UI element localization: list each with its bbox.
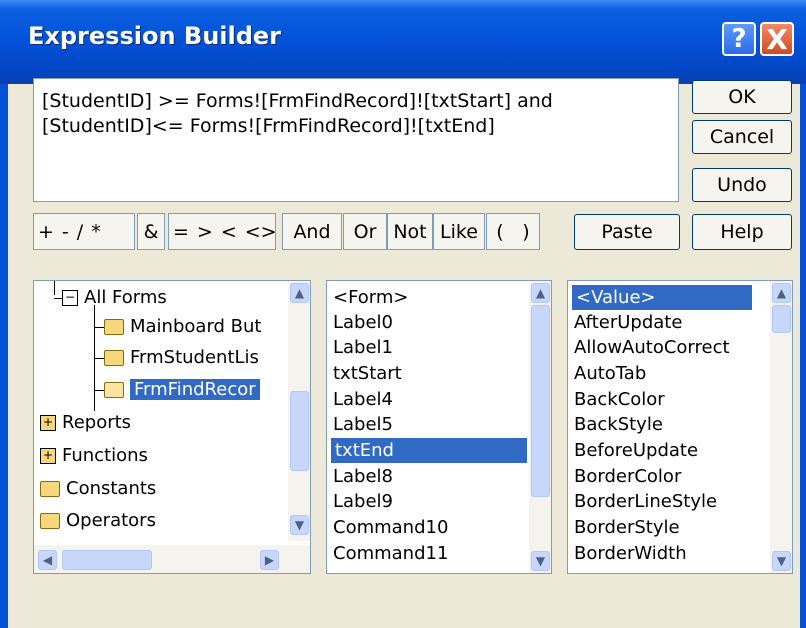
equals-operator[interactable]: = xyxy=(169,221,193,243)
list-item[interactable]: BorderWidth xyxy=(574,541,687,566)
tree-item-constants[interactable]: Constants xyxy=(40,476,156,501)
object-tree-list[interactable]: − All Forms Mainboard But FrmStudentLis F… xyxy=(33,280,311,574)
list-item[interactable]: BackStyle xyxy=(574,412,663,437)
list-item[interactable]: BorderLineStyle xyxy=(574,489,717,514)
folder-icon xyxy=(40,513,60,529)
plus-operator[interactable]: + xyxy=(34,221,58,243)
scroll-thumb[interactable] xyxy=(62,550,152,570)
tree-item-all-forms[interactable]: − All Forms xyxy=(54,285,167,310)
list-item[interactable]: Command10 xyxy=(333,515,448,540)
list-item[interactable]: BeforeUpdate xyxy=(574,438,698,463)
tree-horizontal-scrollbar[interactable]: ◀ ▶ xyxy=(34,545,310,573)
paste-button[interactable]: Paste xyxy=(574,214,680,250)
folder-icon xyxy=(40,481,60,497)
expression-textbox[interactable]: [StudentID] >= Forms![FrmFindRecord]![tx… xyxy=(33,78,679,202)
list-item[interactable]: BackColor xyxy=(574,387,665,412)
tree-vertical-scrollbar[interactable]: ▲ ▼ xyxy=(288,281,310,541)
scroll-down-icon[interactable]: ▼ xyxy=(531,551,550,571)
tree-item-functions[interactable]: + Functions xyxy=(40,443,148,468)
scroll-down-icon[interactable]: ▼ xyxy=(772,551,791,571)
list-item[interactable]: Label8 xyxy=(333,464,393,489)
help-caption-button[interactable]: ? xyxy=(722,22,756,56)
close-paren-operator[interactable]: ) xyxy=(518,221,533,243)
folder-icon xyxy=(104,350,124,366)
ok-button[interactable]: OK xyxy=(692,80,792,114)
list-item[interactable]: Label1 xyxy=(333,335,393,360)
help-button[interactable]: Help xyxy=(692,214,792,250)
title-bar[interactable]: Expression Builder ? X xyxy=(0,0,806,84)
list-item[interactable]: AllowAutoCorrect xyxy=(574,335,730,360)
tree-item-frmfindrecord[interactable]: FrmFindRecor xyxy=(94,377,260,402)
tree-item-operators[interactable]: Operators xyxy=(40,508,156,533)
open-folder-icon xyxy=(104,382,124,398)
parentheses-operators[interactable]: ( ) xyxy=(486,213,540,250)
greater-operator[interactable]: > xyxy=(193,221,217,243)
list-item[interactable]: Label0 xyxy=(333,310,393,335)
arithmetic-operators[interactable]: + - / * xyxy=(33,213,135,250)
like-operator[interactable]: Like xyxy=(433,213,485,250)
tree-item-mainboard[interactable]: Mainboard But xyxy=(94,314,261,339)
scroll-right-icon[interactable]: ▶ xyxy=(260,550,279,570)
window-title: Expression Builder xyxy=(28,22,282,50)
expand-icon[interactable]: + xyxy=(40,448,56,464)
list-item[interactable]: AutoTab xyxy=(574,361,646,386)
cancel-button[interactable]: Cancel xyxy=(692,120,792,154)
list-item-selected[interactable]: txtEnd xyxy=(331,438,527,463)
concat-operator[interactable]: & xyxy=(137,213,165,250)
close-button[interactable]: X xyxy=(760,22,794,56)
concat-operator-label[interactable]: & xyxy=(140,221,163,243)
right-list[interactable]: <Value> AfterUpdate AllowAutoCorrect Aut… xyxy=(567,280,793,574)
window-frame-left xyxy=(0,84,8,628)
list-item[interactable]: BorderStyle xyxy=(574,515,680,540)
expression-line-1: [StudentID] >= Forms![FrmFindRecord]![tx… xyxy=(42,90,553,112)
right-vertical-scrollbar[interactable]: ▲ ▼ xyxy=(770,281,792,573)
not-operator[interactable]: Not xyxy=(387,213,433,250)
and-operator[interactable]: And xyxy=(282,213,342,250)
comparison-operators[interactable]: = > < <> xyxy=(168,213,277,250)
minus-operator[interactable]: - xyxy=(58,221,73,243)
list-item[interactable]: txtStart xyxy=(333,361,402,386)
multiply-operator[interactable]: * xyxy=(87,221,105,243)
collapse-icon[interactable]: − xyxy=(62,290,78,306)
folder-icon xyxy=(104,319,124,335)
scroll-left-icon[interactable]: ◀ xyxy=(38,550,57,570)
list-item[interactable]: <Form> xyxy=(333,285,409,310)
tree-item-frmstudentlist[interactable]: FrmStudentLis xyxy=(94,345,259,370)
not-equal-operator[interactable]: <> xyxy=(241,221,281,243)
undo-button[interactable]: Undo xyxy=(692,168,792,202)
scroll-up-icon[interactable]: ▲ xyxy=(531,283,550,303)
scroll-thumb[interactable] xyxy=(772,305,791,333)
list-item[interactable]: Label4 xyxy=(333,387,393,412)
scroll-up-icon[interactable]: ▲ xyxy=(772,283,791,303)
scroll-thumb[interactable] xyxy=(290,391,309,471)
list-item[interactable]: Label5 xyxy=(333,412,393,437)
tree-item-reports[interactable]: + Reports xyxy=(40,410,131,435)
open-paren-operator[interactable]: ( xyxy=(492,221,507,243)
scroll-thumb[interactable] xyxy=(531,305,550,497)
divide-operator[interactable]: / xyxy=(73,221,87,243)
expand-icon[interactable]: + xyxy=(40,415,56,431)
list-item-selected[interactable]: <Value> xyxy=(572,285,752,310)
list-item[interactable]: BorderColor xyxy=(574,464,681,489)
scroll-down-icon[interactable]: ▼ xyxy=(290,515,309,535)
expression-line-2: [StudentID]<= Forms![FrmFindRecord]![txt… xyxy=(42,115,495,137)
list-item[interactable]: Label9 xyxy=(333,489,393,514)
or-operator[interactable]: Or xyxy=(343,213,387,250)
list-item[interactable]: AfterUpdate xyxy=(574,310,682,335)
less-operator[interactable]: < xyxy=(217,221,241,243)
window-frame-right xyxy=(800,84,806,628)
middle-vertical-scrollbar[interactable]: ▲ ▼ xyxy=(529,281,551,573)
list-item[interactable]: Command11 xyxy=(333,541,448,566)
middle-list[interactable]: <Form> Label0 Label1 txtStart Label4 Lab… xyxy=(326,280,552,574)
scroll-up-icon[interactable]: ▲ xyxy=(290,283,309,303)
